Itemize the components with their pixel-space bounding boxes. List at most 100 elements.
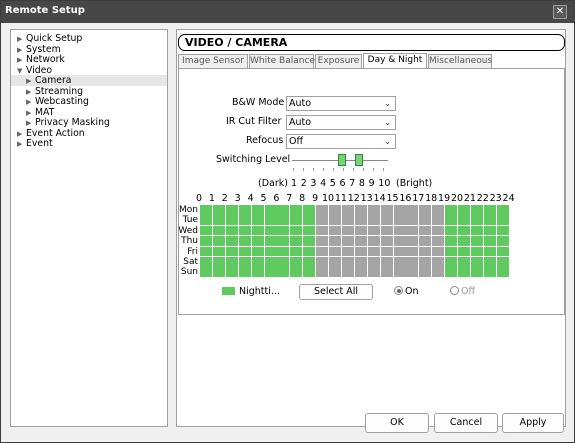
- schedule-cell[interactable]: [393, 205, 406, 215]
- schedule-cell[interactable]: [290, 267, 303, 277]
- schedule-cell[interactable]: [458, 205, 470, 215]
- tree-item-video[interactable]: ▼ Video: [17, 65, 52, 76]
- ok-button[interactable]: OK: [365, 413, 429, 433]
- schedule-cell[interactable]: [458, 246, 470, 257]
- schedule-cell[interactable]: [303, 267, 316, 277]
- schedule-cell[interactable]: [458, 215, 470, 225]
- schedule-cell[interactable]: [419, 236, 432, 246]
- schedule-cell[interactable]: [290, 215, 303, 225]
- schedule-cell[interactable]: [496, 267, 509, 277]
- schedule-cell[interactable]: [354, 215, 367, 225]
- schedule-cell[interactable]: [251, 225, 264, 236]
- schedule-cell[interactable]: [200, 257, 212, 267]
- schedule-cell[interactable]: [406, 267, 419, 277]
- schedule-cell[interactable]: [264, 257, 277, 267]
- schedule-cell[interactable]: [406, 257, 419, 267]
- tab-day-night[interactable]: Day & Night: [363, 53, 427, 69]
- refocus-select[interactable]: Off ⌄: [286, 134, 396, 149]
- schedule-cell[interactable]: [264, 236, 277, 246]
- schedule-cell[interactable]: [316, 267, 329, 277]
- schedule-cell[interactable]: [329, 236, 341, 246]
- schedule-cell[interactable]: [419, 267, 432, 277]
- schedule-cell[interactable]: [212, 215, 225, 225]
- schedule-cell[interactable]: [380, 215, 393, 225]
- schedule-cell[interactable]: [238, 246, 251, 257]
- schedule-cell[interactable]: [470, 215, 483, 225]
- schedule-cell[interactable]: [432, 215, 445, 225]
- off-radio[interactable]: Off: [450, 286, 475, 297]
- schedule-cell[interactable]: [432, 236, 445, 246]
- schedule-cell[interactable]: [303, 215, 316, 225]
- close-icon[interactable]: ✕: [553, 5, 567, 19]
- schedule-cell[interactable]: [200, 215, 212, 225]
- tab-image-sensor[interactable]: Image Sensor: [178, 54, 248, 68]
- schedule-cell[interactable]: [419, 246, 432, 257]
- schedule-cell[interactable]: [329, 267, 341, 277]
- schedule-grid[interactable]: [200, 205, 511, 278]
- schedule-cell[interactable]: [496, 225, 509, 236]
- schedule-cell[interactable]: [419, 215, 432, 225]
- schedule-cell[interactable]: [483, 225, 496, 236]
- schedule-cell[interactable]: [251, 246, 264, 257]
- schedule-cell[interactable]: [419, 205, 432, 215]
- schedule-cell[interactable]: [406, 205, 419, 215]
- schedule-cell[interactable]: [393, 225, 406, 236]
- slider-thumb-low[interactable]: [338, 154, 346, 166]
- schedule-cell[interactable]: [496, 236, 509, 246]
- schedule-cell[interactable]: [264, 205, 277, 215]
- schedule-cell[interactable]: [238, 257, 251, 267]
- schedule-cell[interactable]: [483, 236, 496, 246]
- schedule-cell[interactable]: [290, 225, 303, 236]
- schedule-cell[interactable]: [406, 225, 419, 236]
- schedule-cell[interactable]: [406, 246, 419, 257]
- schedule-cell[interactable]: [380, 267, 393, 277]
- schedule-cell[interactable]: [483, 215, 496, 225]
- schedule-cell[interactable]: [303, 236, 316, 246]
- schedule-cell[interactable]: [329, 205, 341, 215]
- schedule-cell[interactable]: [290, 205, 303, 215]
- schedule-cell[interactable]: [470, 257, 483, 267]
- schedule-cell[interactable]: [264, 267, 277, 277]
- schedule-cell[interactable]: [445, 267, 458, 277]
- schedule-cell[interactable]: [432, 267, 445, 277]
- schedule-cell[interactable]: [393, 215, 406, 225]
- schedule-cell[interactable]: [445, 246, 458, 257]
- schedule-cell[interactable]: [212, 267, 225, 277]
- schedule-cell[interactable]: [264, 225, 277, 236]
- schedule-cell[interactable]: [238, 205, 251, 215]
- schedule-cell[interactable]: [458, 236, 470, 246]
- schedule-cell[interactable]: [354, 205, 367, 215]
- schedule-cell[interactable]: [496, 215, 509, 225]
- tree-item-camera[interactable]: ▶ Camera: [11, 75, 167, 86]
- schedule-cell[interactable]: [303, 257, 316, 267]
- schedule-cell[interactable]: [290, 246, 303, 257]
- schedule-cell[interactable]: [432, 205, 445, 215]
- schedule-cell[interactable]: [445, 215, 458, 225]
- schedule-cell[interactable]: [277, 215, 290, 225]
- schedule-cell[interactable]: [445, 236, 458, 246]
- schedule-cell[interactable]: [496, 246, 509, 257]
- schedule-cell[interactable]: [316, 205, 329, 215]
- schedule-cell[interactable]: [251, 215, 264, 225]
- bw-mode-select[interactable]: Auto ⌄: [286, 96, 396, 111]
- schedule-cell[interactable]: [212, 205, 225, 215]
- schedule-cell[interactable]: [367, 267, 380, 277]
- schedule-cell[interactable]: [393, 246, 406, 257]
- schedule-cell[interactable]: [225, 236, 238, 246]
- schedule-cell[interactable]: [277, 205, 290, 215]
- schedule-cell[interactable]: [354, 236, 367, 246]
- tree-item-mat[interactable]: ▶ MAT: [26, 107, 54, 118]
- tree-item-event[interactable]: ▶ Event: [17, 138, 53, 149]
- schedule-cell[interactable]: [225, 225, 238, 236]
- schedule-cell[interactable]: [406, 215, 419, 225]
- schedule-cell[interactable]: [329, 246, 341, 257]
- schedule-cell[interactable]: [380, 236, 393, 246]
- schedule-cell[interactable]: [341, 246, 354, 257]
- schedule-cell[interactable]: [380, 225, 393, 236]
- schedule-cell[interactable]: [432, 225, 445, 236]
- schedule-cell[interactable]: [277, 225, 290, 236]
- schedule-cell[interactable]: [238, 215, 251, 225]
- schedule-cell[interactable]: [393, 267, 406, 277]
- schedule-cell[interactable]: [483, 246, 496, 257]
- schedule-cell[interactable]: [367, 236, 380, 246]
